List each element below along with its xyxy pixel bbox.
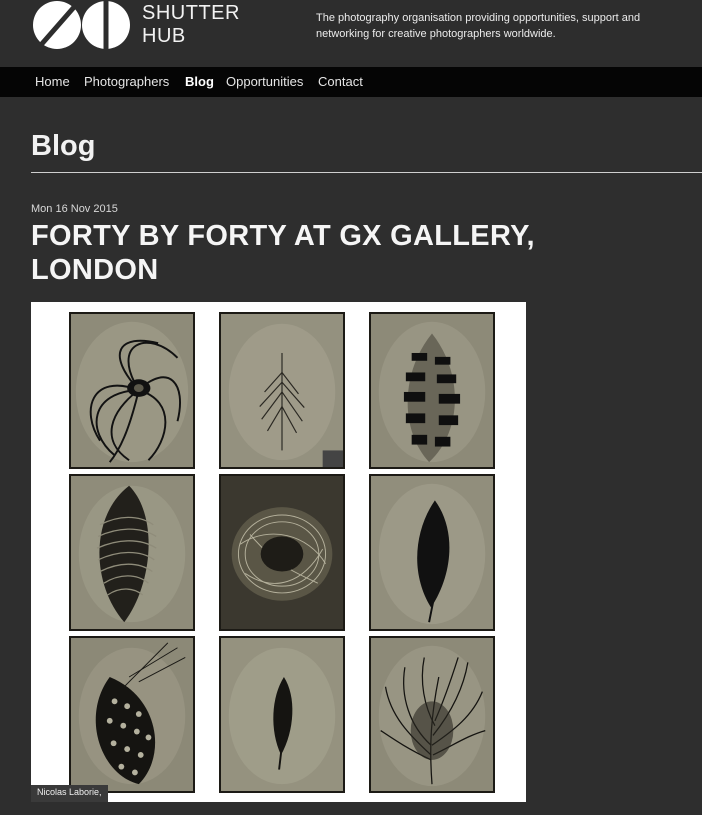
plate-small-feather [219,636,345,793]
plate-peacock-feather [69,312,195,469]
post-image[interactable] [31,302,526,802]
site-tagline: The photography organisation providing o… [316,12,641,40]
nav-item-blog[interactable]: Blog [185,74,214,89]
post-date: Mon 16 Nov 2015 [31,203,118,215]
brand-name-line1: SHUTTER [142,2,240,24]
nav-item-home[interactable]: Home [35,74,70,89]
brand-name-line2: HUB [142,25,186,47]
plate-plume-feather [369,636,495,793]
title-divider [31,172,702,173]
nav-item-contact[interactable]: Contact [318,74,363,89]
nav-item-opportunities[interactable]: Opportunities [226,74,303,89]
plate-faint-feather [219,312,345,469]
nav-item-photographers[interactable]: Photographers [84,74,169,89]
image-caption: Nicolas Laborie, [31,785,108,802]
plate-striped-feather [69,474,195,631]
brand-name[interactable]: SHUTTER HUB [142,2,240,48]
shutter-hub-logo[interactable] [31,0,131,52]
site-header: SHUTTER HUB The photography organisation… [0,0,702,67]
plate-dark-feather [369,474,495,631]
post-title[interactable]: FORTY BY FORTY AT GX GALLERY, LONDON [31,219,551,287]
plate-nest [219,474,345,631]
page-title: Blog [31,130,96,162]
plate-spotted-feather [69,636,195,793]
plate-barred-feather [369,312,495,469]
main-nav: Home Photographers Blog Opportunities Co… [0,67,702,97]
